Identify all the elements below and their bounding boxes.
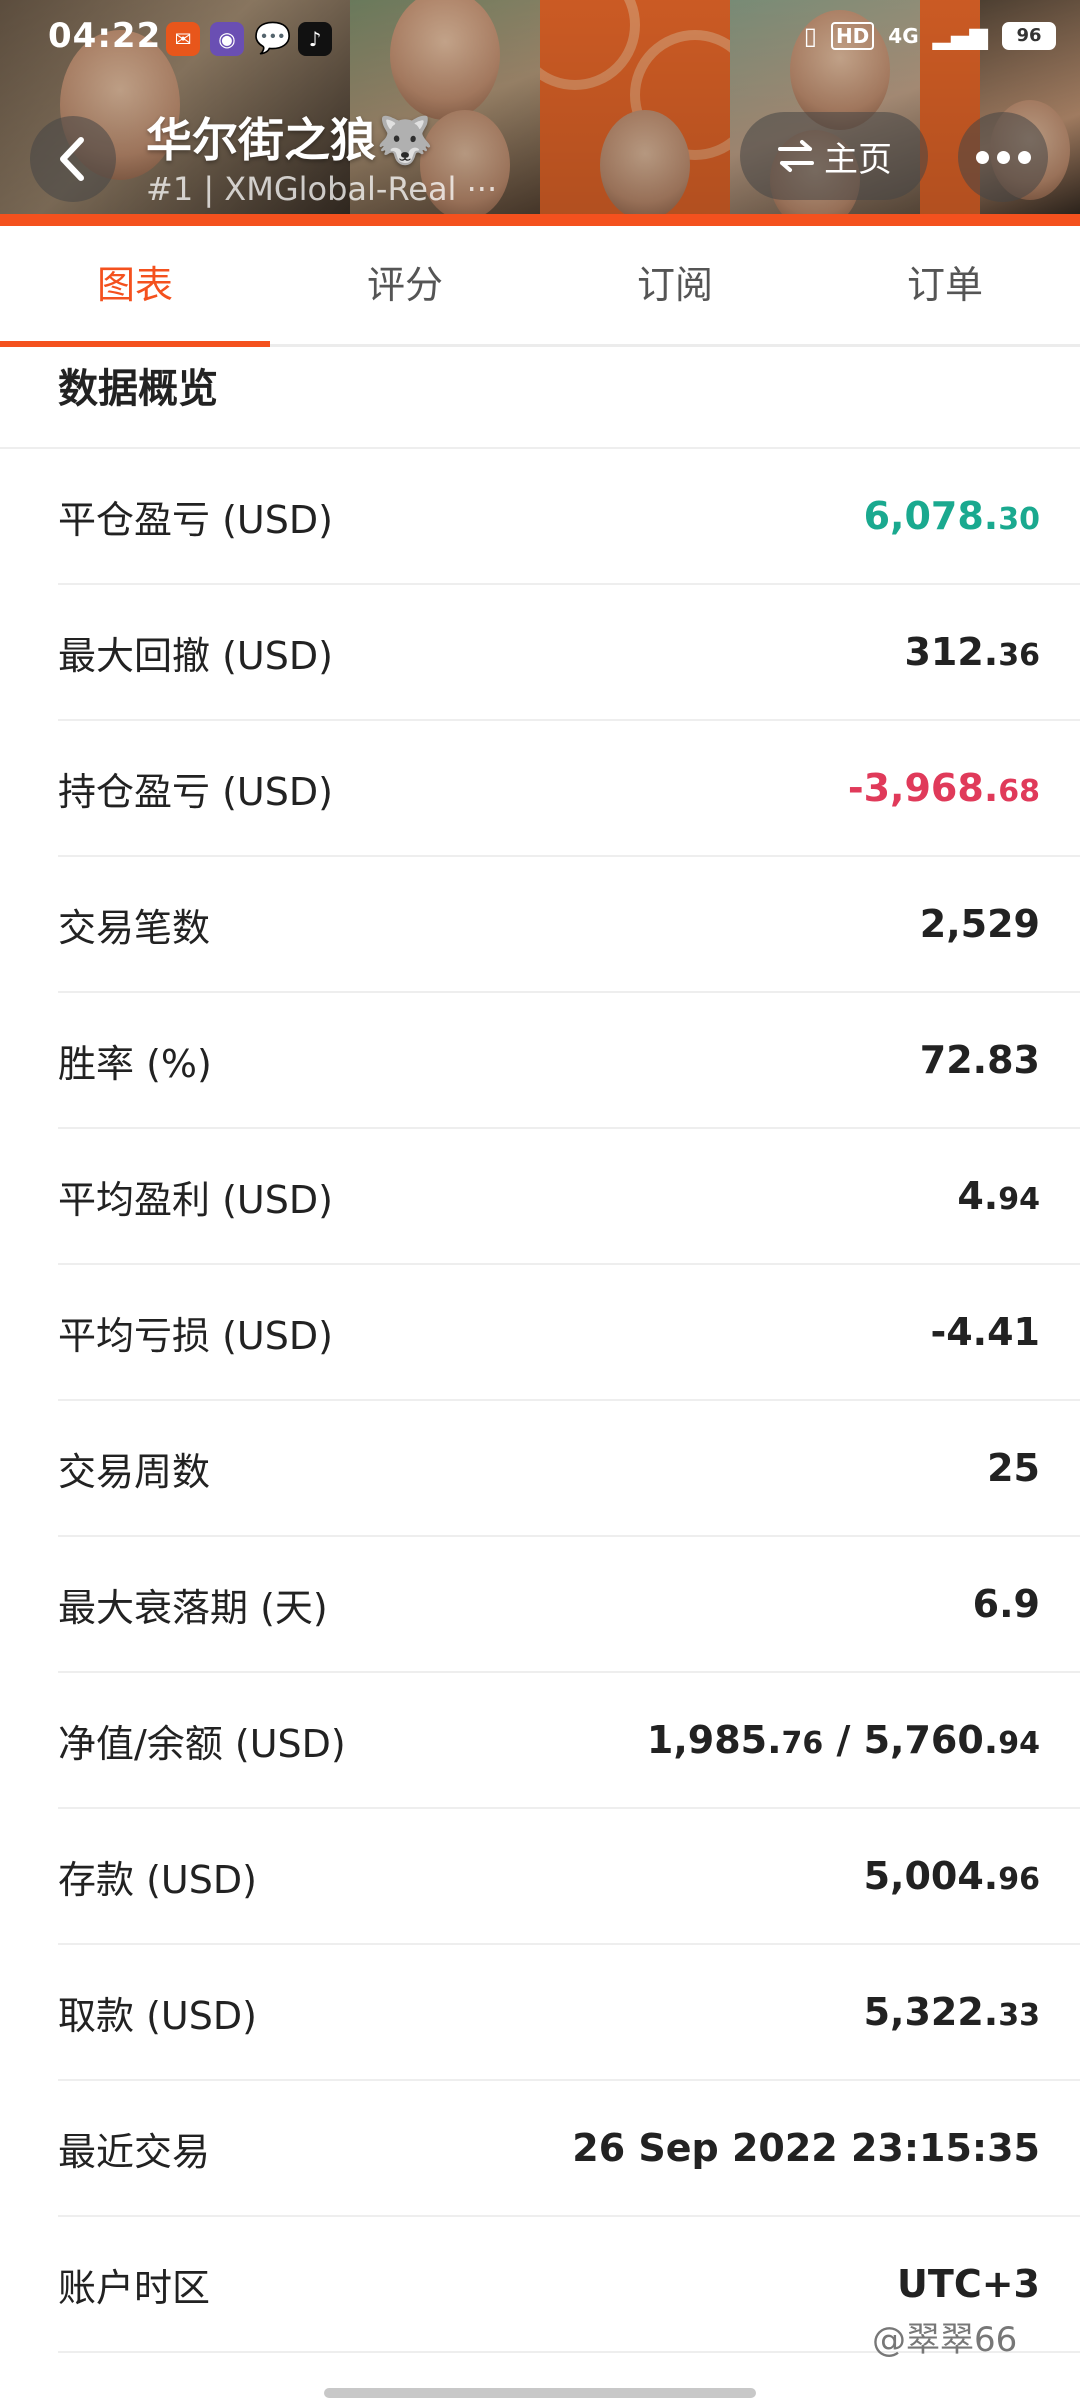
- stat-label: 交易笔数: [58, 905, 211, 950]
- stat-value: 1,985.76 / 5,760.94: [646, 1718, 1040, 1762]
- watermark: @翠翠66: [872, 2320, 1018, 2360]
- stat-row-win-rate: 胜率 (%) 72.83: [58, 993, 1080, 1129]
- stat-value: UTC+3: [897, 2262, 1040, 2306]
- profile-header: 04:22 ✉ ◉ 💬 ♪ ▯ HD 4G ▂▄▆ 96 华尔街之狼🐺 #1 |…: [0, 0, 1080, 226]
- stat-row-max-decline-period: 最大衰落期 (天) 6.9: [58, 1537, 1080, 1673]
- tab-rating[interactable]: 评分: [270, 226, 540, 344]
- stat-row-trading-weeks: 交易周数 25: [58, 1401, 1080, 1537]
- stat-value: -4.41: [930, 1310, 1040, 1354]
- stat-label: 取款 (USD): [58, 1993, 257, 2038]
- stat-label: 最近交易: [58, 2129, 211, 2174]
- stat-row-open-pnl: 持仓盈亏 (USD) -3,968.68: [58, 721, 1080, 857]
- stat-label: 交易周数: [58, 1449, 211, 1494]
- stat-value: 5,322.33: [863, 1990, 1040, 2034]
- tab-subscribe[interactable]: 订阅: [540, 226, 810, 344]
- section-title: 数据概览: [58, 366, 218, 412]
- stat-label: 平均盈利 (USD): [58, 1177, 333, 1222]
- account-subtitle: #1 | XMGlobal-Real ···: [146, 170, 498, 208]
- stat-label: 持仓盈亏 (USD): [58, 769, 333, 814]
- vibrate-icon: ▯: [803, 22, 817, 50]
- signal-bars-icon: ▂▄▆: [932, 22, 988, 50]
- stats-list: 平仓盈亏 (USD) 6,078.30 最大回撤 (USD) 312.36 持仓…: [58, 449, 1080, 2353]
- header-accent-line: [0, 214, 1080, 226]
- stat-row-last-trade: 最近交易 26 Sep 2022 23:15:35: [58, 2081, 1080, 2217]
- back-button[interactable]: [30, 116, 116, 202]
- stat-value: 72.83: [919, 1038, 1040, 1082]
- app-notification-icon: ✉: [166, 22, 200, 56]
- stat-label: 最大衰落期 (天): [58, 1585, 328, 1630]
- stat-value: 4.94: [957, 1174, 1040, 1218]
- stat-value: 26 Sep 2022 23:15:35: [572, 2126, 1040, 2170]
- tiktok-notification-icon: ♪: [298, 22, 332, 56]
- page-title: 华尔街之狼🐺: [146, 113, 434, 167]
- stat-row-avg-profit: 平均盈利 (USD) 4.94: [58, 1129, 1080, 1265]
- stat-row-closed-pnl: 平仓盈亏 (USD) 6,078.30: [58, 449, 1080, 585]
- stat-row-max-drawdown: 最大回撤 (USD) 312.36: [58, 585, 1080, 721]
- tab-orders[interactable]: 订单: [810, 226, 1080, 344]
- app-notification-icon: ◉: [210, 22, 244, 56]
- home-button[interactable]: 主页: [740, 112, 928, 200]
- stat-row-equity-balance: 净值/余额 (USD) 1,985.76 / 5,760.94: [58, 1673, 1080, 1809]
- swap-icon: [778, 140, 814, 172]
- chat-notification-icon: 💬: [254, 21, 292, 56]
- stat-label: 账户时区: [58, 2265, 211, 2310]
- chevron-left-icon: [60, 137, 84, 181]
- battery-level: 96: [1016, 25, 1042, 46]
- stat-label: 最大回撤 (USD): [58, 633, 333, 678]
- stat-label: 胜率 (%): [58, 1041, 212, 1086]
- status-bar: 04:22 ✉ ◉ 💬 ♪ ▯ HD 4G ▂▄▆ 96: [0, 0, 1080, 80]
- home-indicator[interactable]: [324, 2388, 756, 2398]
- stat-value: -3,968.68: [847, 766, 1040, 810]
- tab-chart[interactable]: 图表: [0, 226, 270, 347]
- stat-row-withdrawal: 取款 (USD) 5,322.33: [58, 1945, 1080, 2081]
- hd-icon: HD: [830, 22, 875, 50]
- stat-row-trade-count: 交易笔数 2,529: [58, 857, 1080, 993]
- stat-value: 6.9: [972, 1582, 1040, 1626]
- stat-value: 5,004.96: [863, 1854, 1040, 1898]
- stat-value: 25: [987, 1446, 1040, 1490]
- stat-label: 平均亏损 (USD): [58, 1313, 333, 1358]
- stat-value: 6,078.30: [863, 494, 1040, 538]
- stat-value: 312.36: [904, 630, 1040, 674]
- stat-row-deposit: 存款 (USD) 5,004.96: [58, 1809, 1080, 1945]
- stat-label: 存款 (USD): [58, 1857, 257, 1902]
- stat-label: 净值/余额 (USD): [58, 1721, 346, 1766]
- more-button[interactable]: [958, 112, 1048, 202]
- home-button-label: 主页: [824, 139, 892, 180]
- stat-value: 2,529: [919, 902, 1040, 946]
- more-dots-icon: [975, 150, 989, 164]
- status-time: 04:22: [48, 16, 162, 56]
- tab-bar: 图表 评分 订阅 订单: [0, 226, 1080, 347]
- battery-icon: 96: [1002, 22, 1056, 50]
- signal-icon: 4G: [888, 24, 919, 48]
- stat-row-avg-loss: 平均亏损 (USD) -4.41: [58, 1265, 1080, 1401]
- stat-label: 平仓盈亏 (USD): [58, 497, 333, 542]
